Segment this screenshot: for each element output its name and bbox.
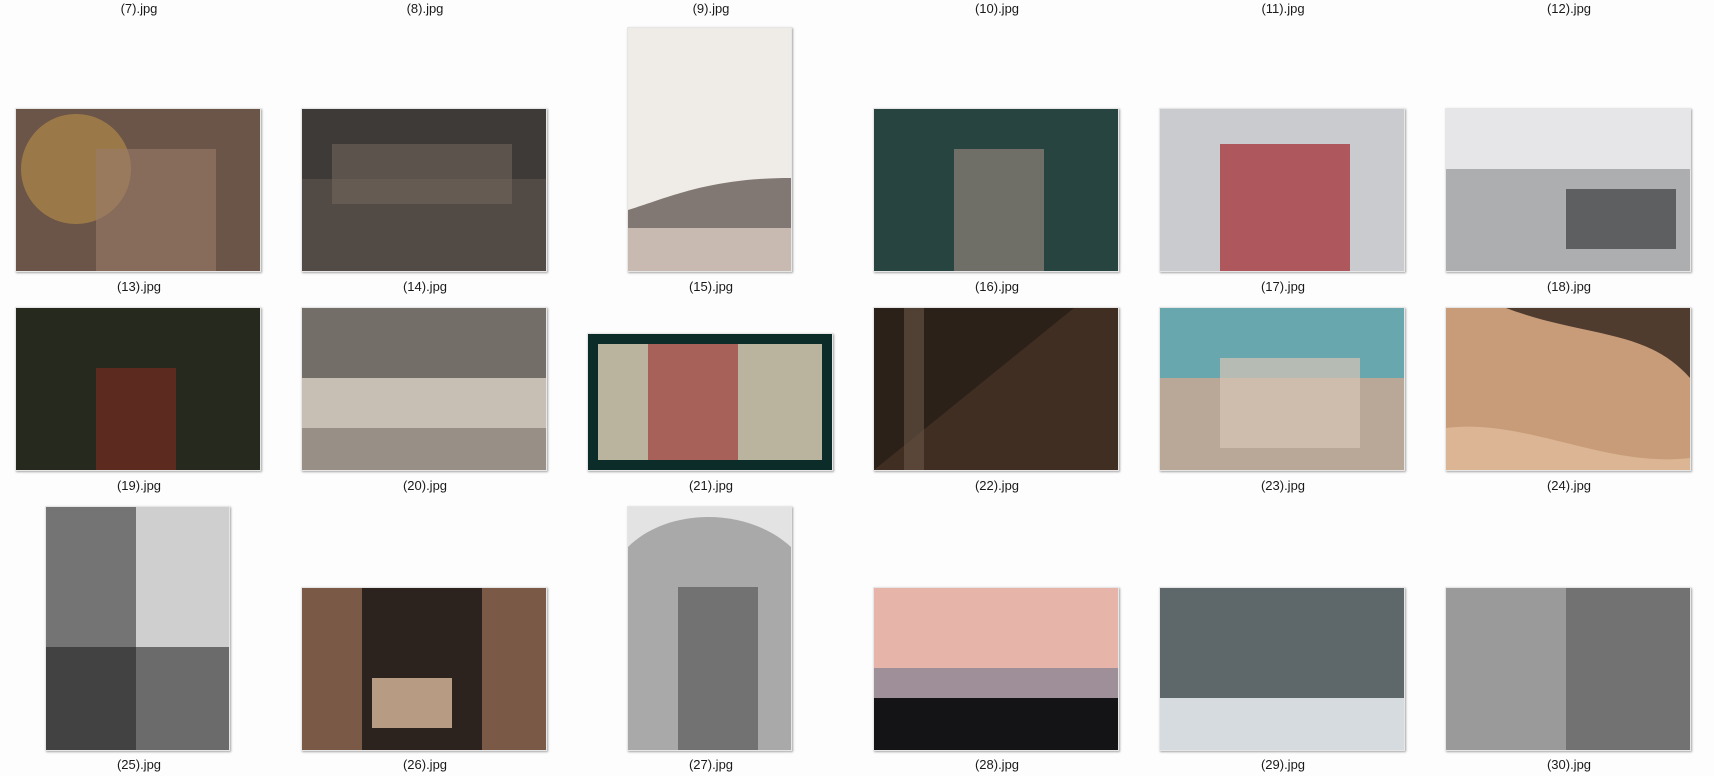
thumbnail-image[interactable]	[873, 307, 1119, 471]
file-label[interactable]: (11).jpg	[1203, 1, 1363, 16]
file-label[interactable]: (23).jpg	[1203, 478, 1363, 493]
file-label[interactable]: (20).jpg	[345, 478, 505, 493]
thumbnail-image[interactable]	[873, 587, 1119, 751]
file-label[interactable]: (21).jpg	[631, 478, 791, 493]
thumbnail-image[interactable]	[45, 506, 230, 751]
file-label[interactable]: (13).jpg	[59, 279, 219, 294]
file-label[interactable]: (10).jpg	[917, 1, 1077, 16]
file-label[interactable]: (16).jpg	[917, 279, 1077, 294]
file-label[interactable]: (25).jpg	[59, 757, 219, 772]
thumbnail-image[interactable]	[1159, 587, 1405, 751]
file-label[interactable]: (26).jpg	[345, 757, 505, 772]
thumbnail-image[interactable]	[1445, 108, 1691, 272]
thumbnail-image[interactable]	[1445, 307, 1691, 471]
file-label[interactable]: (12).jpg	[1489, 1, 1649, 16]
file-label[interactable]: (29).jpg	[1203, 757, 1363, 772]
file-label[interactable]: (15).jpg	[631, 279, 791, 294]
file-label[interactable]: (14).jpg	[345, 279, 505, 294]
file-label[interactable]: (17).jpg	[1203, 279, 1363, 294]
file-label[interactable]: (18).jpg	[1489, 279, 1649, 294]
thumbnail-image[interactable]	[301, 108, 547, 272]
thumbnail-image[interactable]	[1445, 587, 1691, 751]
thumbnail-image[interactable]	[1159, 108, 1405, 272]
thumbnail-image[interactable]	[15, 108, 261, 272]
thumbnail-image[interactable]	[301, 307, 547, 471]
file-label[interactable]: (24).jpg	[1489, 478, 1649, 493]
file-label[interactable]: (19).jpg	[59, 478, 219, 493]
file-label[interactable]: (7).jpg	[59, 1, 219, 16]
thumbnail-image[interactable]	[627, 27, 792, 272]
thumbnail-image[interactable]	[1159, 307, 1405, 471]
file-label[interactable]: (22).jpg	[917, 478, 1077, 493]
file-label[interactable]: (28).jpg	[917, 757, 1077, 772]
file-label[interactable]: (9).jpg	[631, 1, 791, 16]
thumbnail-image[interactable]	[587, 333, 833, 471]
thumbnail-image[interactable]	[627, 506, 792, 751]
thumbnail-image[interactable]	[301, 587, 547, 751]
file-label[interactable]: (30).jpg	[1489, 757, 1649, 772]
thumbnail-image[interactable]	[873, 108, 1119, 272]
file-label[interactable]: (27).jpg	[631, 757, 791, 772]
thumbnail-image[interactable]	[15, 307, 261, 471]
file-label[interactable]: (8).jpg	[345, 1, 505, 16]
